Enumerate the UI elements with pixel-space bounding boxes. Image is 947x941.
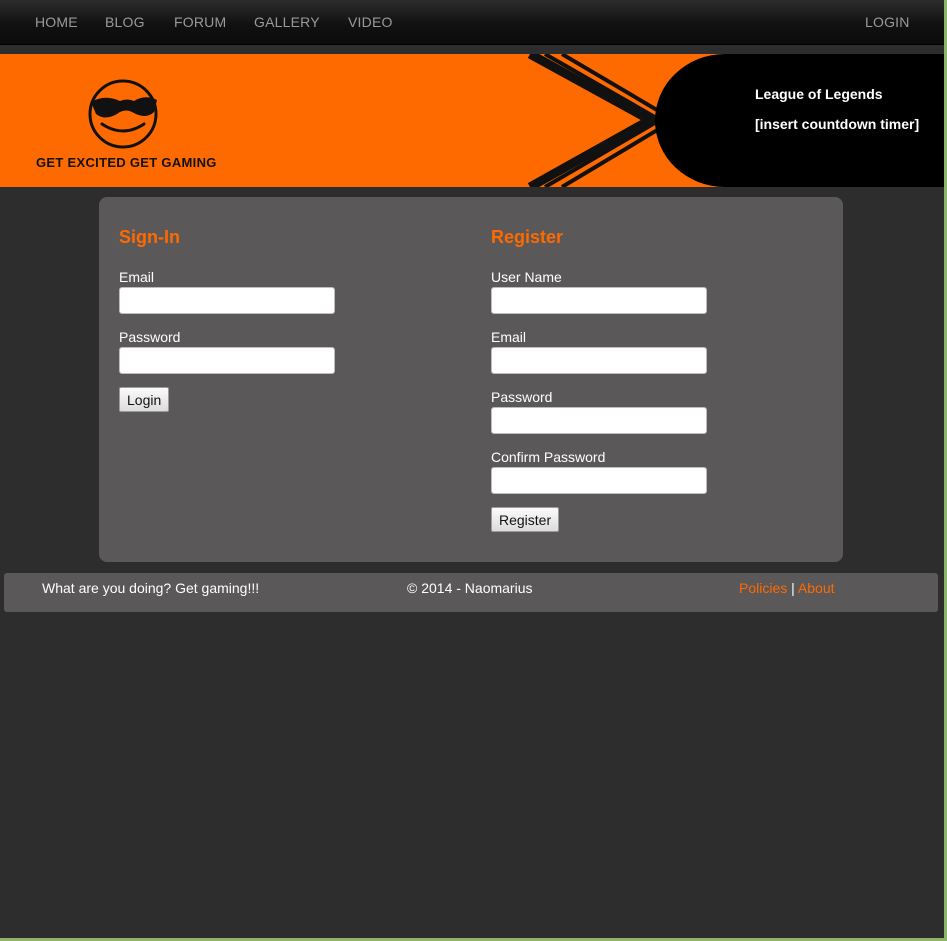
header-banner: GET EXCITED GET GAMING League of Legends… xyxy=(0,54,944,187)
footer-slogan: What are you doing? Get gaming!!! xyxy=(42,580,260,596)
auth-panel: Sign-In Email Password Login Register Us… xyxy=(99,197,843,562)
register-username-input[interactable] xyxy=(491,287,707,314)
nav-home[interactable]: HOME xyxy=(35,14,78,30)
register-confirm-label: Confirm Password xyxy=(491,449,606,465)
register-username-label: User Name xyxy=(491,269,562,285)
about-link[interactable]: About xyxy=(798,580,835,596)
page-footer: What are you doing? Get gaming!!! © 2014… xyxy=(4,573,938,612)
banner-tagline: GET EXCITED GET GAMING xyxy=(36,155,217,170)
register-password-input[interactable] xyxy=(491,407,707,434)
nav-login[interactable]: LOGIN xyxy=(865,14,910,30)
register-email-label: Email xyxy=(491,329,527,345)
footer-link-separator: | xyxy=(791,580,795,596)
sunglasses-smiley-icon xyxy=(88,79,158,149)
nav-video[interactable]: VIDEO xyxy=(348,14,393,30)
top-navbar: HOME BLOG FORUM GALLERY VIDEO LOGIN xyxy=(0,0,944,45)
nav-blog[interactable]: BLOG xyxy=(105,14,145,30)
register-title: Register xyxy=(491,227,564,247)
footer-copyright: © 2014 - Naomarius xyxy=(407,580,533,596)
signin-title: Sign-In xyxy=(119,227,180,247)
signin-email-label: Email xyxy=(119,269,155,285)
event-countdown: [insert countdown timer] xyxy=(755,116,920,132)
event-title: League of Legends xyxy=(755,86,883,102)
register-confirm-input[interactable] xyxy=(491,467,707,494)
login-button[interactable]: Login xyxy=(119,387,170,412)
signin-password-label: Password xyxy=(119,329,181,345)
chevron-outer-icon xyxy=(527,54,660,187)
signin-email-input[interactable] xyxy=(119,287,335,314)
signin-password-input[interactable] xyxy=(119,347,335,374)
policies-link[interactable]: Policies xyxy=(739,580,787,596)
nav-forum[interactable]: FORUM xyxy=(174,14,226,30)
register-password-label: Password xyxy=(491,389,553,405)
footer-links: Policies | About xyxy=(739,580,835,596)
register-email-input[interactable] xyxy=(491,347,707,374)
nav-gallery[interactable]: GALLERY xyxy=(254,14,320,30)
register-button[interactable]: Register xyxy=(491,507,560,532)
